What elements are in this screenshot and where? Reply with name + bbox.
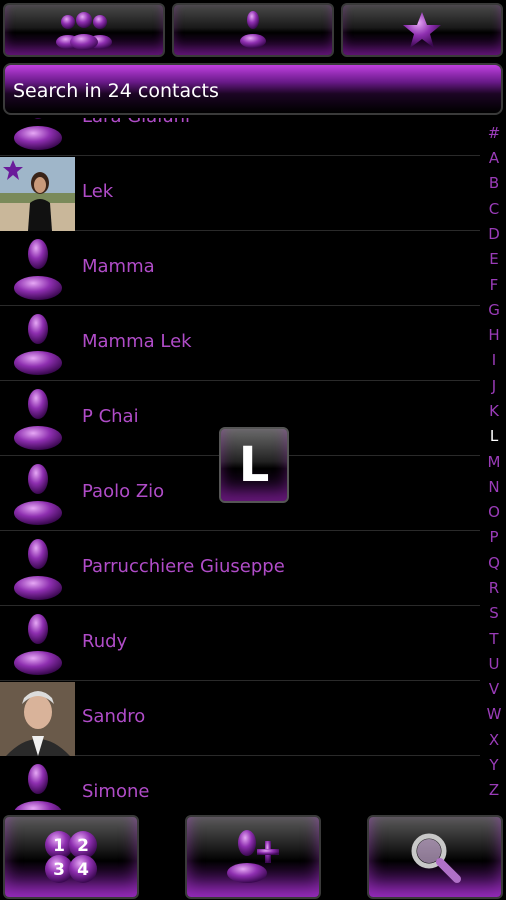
favorite-star-icon (3, 160, 23, 180)
contact-row[interactable]: Parrucchiere Giuseppe (0, 532, 480, 606)
default-avatar (0, 607, 75, 681)
alpha-letter[interactable]: I (482, 351, 506, 369)
alpha-letter[interactable]: E (482, 250, 506, 268)
alpha-letter[interactable]: W (482, 705, 506, 723)
contact-name: Lek (82, 181, 114, 202)
contact-name: Parrucchiere Giuseppe (82, 556, 285, 577)
alpha-letter[interactable]: Y (482, 756, 506, 774)
contact-row[interactable]: Rudy (0, 607, 480, 681)
contact-row[interactable]: Lara Giaiuni (0, 118, 480, 156)
default-avatar (0, 307, 75, 381)
alpha-letter[interactable]: P (482, 528, 506, 546)
default-avatar (0, 532, 75, 606)
alpha-letter[interactable]: G (482, 301, 506, 319)
default-avatar (0, 382, 75, 456)
search-input[interactable] (11, 77, 485, 105)
contact-name: Sandro (82, 706, 146, 727)
svg-text:4: 4 (77, 860, 89, 880)
letter-overlay-text: L (238, 437, 270, 493)
default-avatar (0, 232, 75, 306)
person-icon (240, 11, 266, 48)
alpha-letter[interactable]: Q (482, 554, 506, 572)
contact-row[interactable]: Simone (0, 757, 480, 810)
top-tab-bar (0, 0, 506, 60)
search-button[interactable] (367, 815, 503, 899)
contact-name: Lara Giaiuni (82, 118, 190, 127)
svg-text:3: 3 (53, 860, 65, 880)
alpha-letter[interactable]: X (482, 731, 506, 749)
dialer-button[interactable]: 12 34 (3, 815, 139, 899)
contact-name: Rudy (82, 631, 128, 652)
contact-photo (0, 682, 75, 756)
alpha-letter[interactable]: O (482, 503, 506, 521)
contact-row[interactable]: Mamma (0, 232, 480, 306)
contact-name: P Chai (82, 406, 139, 427)
search-bar[interactable] (3, 63, 503, 115)
contact-name: Paolo Zio (82, 481, 165, 502)
default-avatar (0, 118, 75, 156)
tab-favorites[interactable] (341, 3, 503, 57)
dialpad-1234-icon: 12 34 (45, 831, 97, 883)
alpha-letter[interactable]: A (482, 149, 506, 167)
alpha-letter[interactable]: Z (482, 781, 506, 799)
contact-photo (0, 157, 75, 231)
alpha-letter[interactable]: T (482, 630, 506, 648)
alpha-letter[interactable]: V (482, 680, 506, 698)
alpha-letter[interactable]: R (482, 579, 506, 597)
alpha-letter-active[interactable]: L (482, 427, 506, 445)
group-icon (56, 12, 112, 50)
contact-row[interactable]: Sandro (0, 682, 480, 756)
alpha-letter[interactable]: N (482, 478, 506, 496)
alphabet-index[interactable]: # A B C D E F G H I J K L M N O P Q R S … (482, 124, 506, 810)
add-contact-button[interactable] (185, 815, 321, 899)
contact-name: Mamma Lek (82, 331, 192, 352)
alpha-letter[interactable]: M (482, 453, 506, 471)
contact-name: Simone (82, 781, 150, 802)
alpha-letter[interactable]: F (482, 276, 506, 294)
svg-text:1: 1 (53, 836, 65, 856)
letter-overlay: L (219, 427, 289, 503)
alpha-letter[interactable]: # (482, 124, 506, 142)
default-avatar (0, 757, 75, 810)
alpha-letter[interactable]: K (482, 402, 506, 420)
alpha-letter[interactable]: U (482, 655, 506, 673)
tab-contacts[interactable] (172, 3, 334, 57)
alpha-letter[interactable]: B (482, 174, 506, 192)
alpha-letter[interactable]: S (482, 604, 506, 622)
add-person-icon (227, 830, 279, 883)
alpha-letter[interactable]: H (482, 326, 506, 344)
alpha-letter[interactable]: D (482, 225, 506, 243)
contact-name: Mamma (82, 256, 155, 277)
svg-text:2: 2 (77, 836, 89, 856)
tab-groups[interactable] (3, 3, 165, 57)
magnifier-icon (411, 833, 461, 883)
alpha-letter[interactable]: J (482, 377, 506, 395)
default-avatar (0, 457, 75, 531)
contact-row[interactable]: Mamma Lek (0, 307, 480, 381)
star-icon (403, 12, 441, 48)
alpha-letter[interactable]: C (482, 200, 506, 218)
contact-row[interactable]: Lek (0, 157, 480, 231)
